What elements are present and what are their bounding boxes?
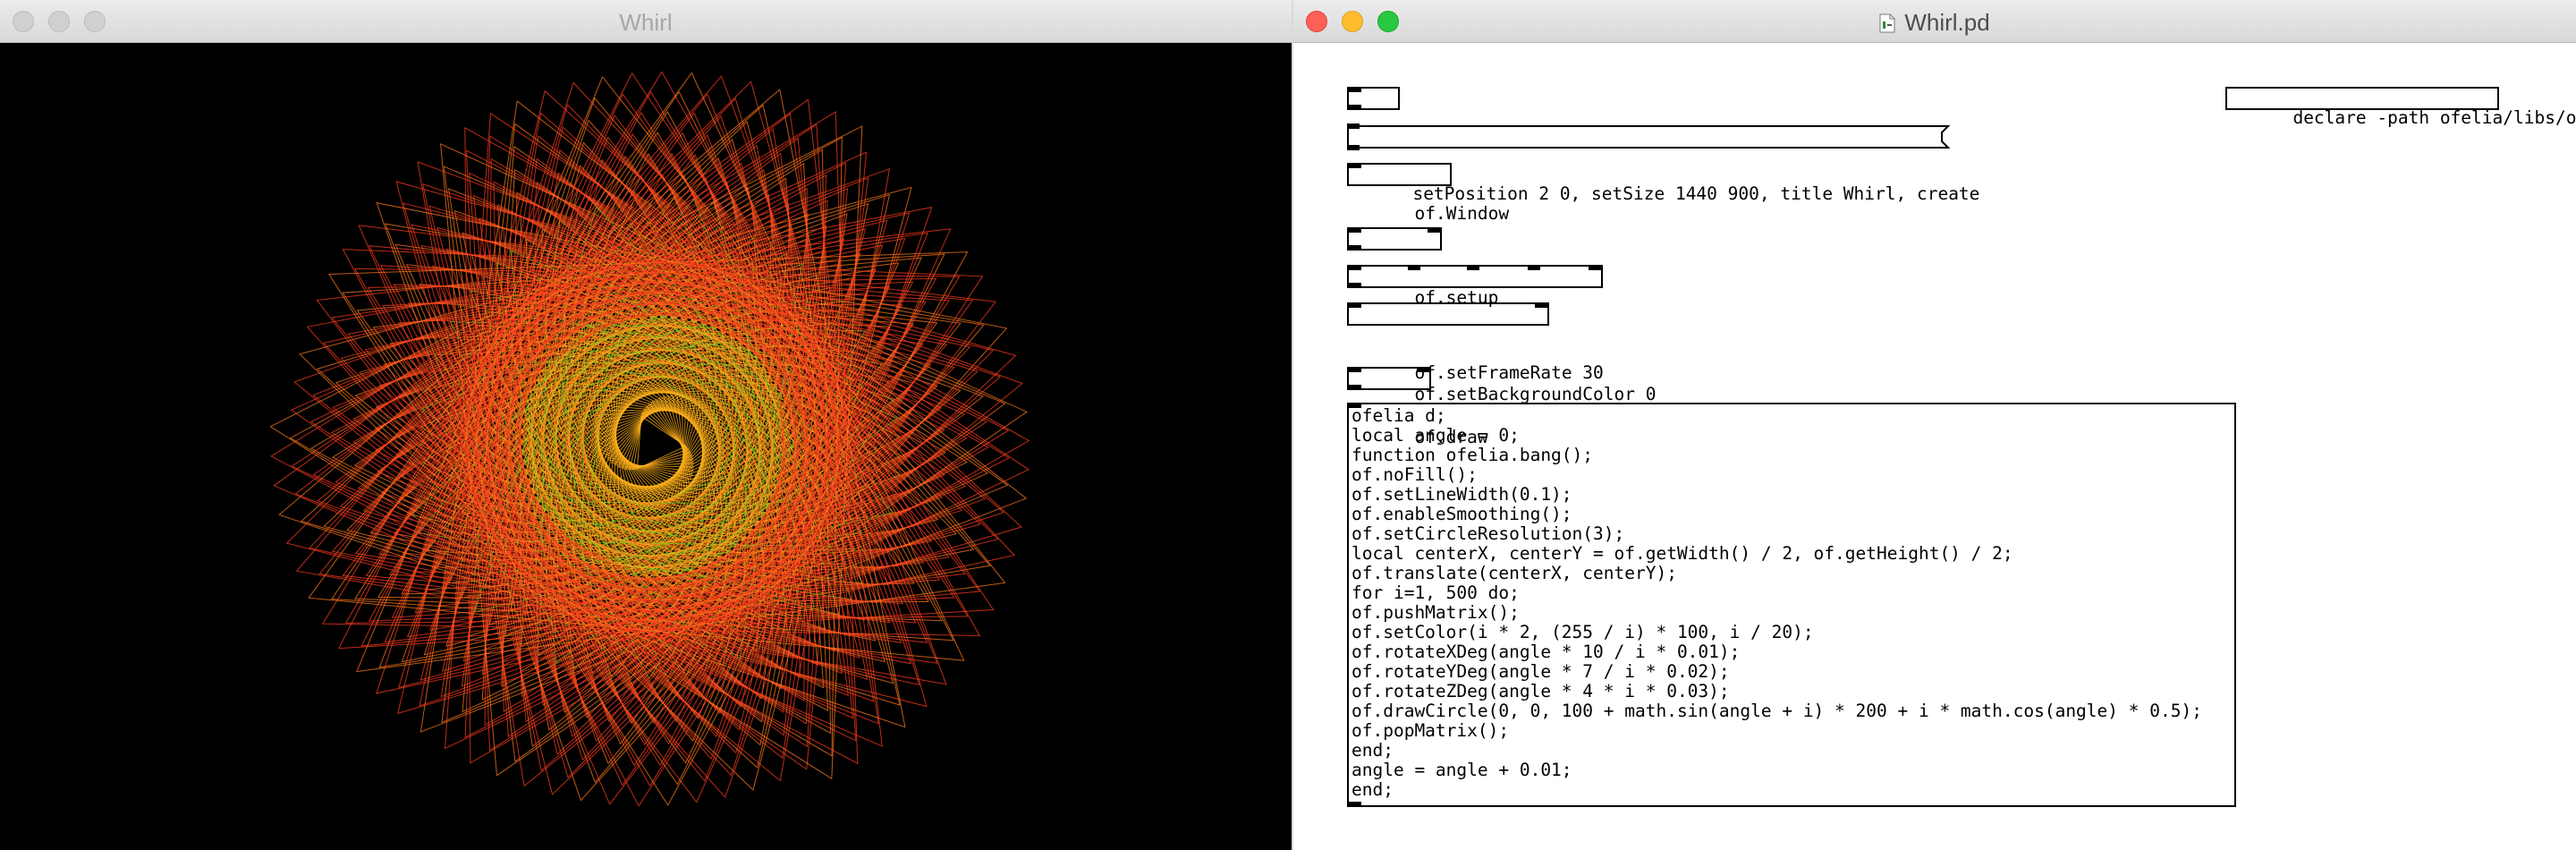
inlet[interactable] [1428,227,1440,233]
ofelia-code-object[interactable]: ofelia d; local angle = 0; function ofel… [1347,403,2236,807]
inlet[interactable] [1349,227,1361,233]
code-line: of.setCircleResolution(3); [1352,523,1625,544]
outlet[interactable] [1349,802,1361,807]
code-line: end; [1352,740,1394,761]
outlet[interactable] [1349,245,1361,251]
whirl-canvas[interactable] [4,43,1292,850]
patch-window-title: Whirl.pd [1293,0,2576,43]
inlet[interactable] [1349,87,1361,92]
code-line: of.enableSmoothing(); [1352,504,1572,524]
code-line: of.translate(centerX, centerY); [1352,563,1677,583]
patch-window-titlebar[interactable]: Whirl.pd [1293,0,2576,43]
code-line: function ofelia.bang(); [1352,445,1594,465]
code-line: of.rotateYDeg(angle * 7 / i * 0.02); [1352,661,1730,682]
inlet[interactable] [1349,265,1361,270]
of-setup-object[interactable]: of.setup [1347,227,1498,308]
patch-canvas[interactable]: loadbang declare -path ofelia/libs/of se… [1293,43,2576,850]
background-color-label: of.setBackgroundColor 0 [1414,384,1657,404]
code-line: local angle = 0; [1352,425,1520,446]
inlet[interactable] [1535,302,1547,308]
patch-window: Whirl.pd loadbang declare -path ofelia/l… [1293,0,2576,850]
outlet[interactable] [1349,105,1361,110]
of-window-label: of.Window [1414,203,1510,224]
window-message-text: setPosition 2 0, setSize 1440 900, title… [1412,183,1980,204]
background-color-object[interactable]: of.setBackgroundColor 0 [1347,265,1656,404]
code-line: of.setLineWidth(0.1); [1352,484,1572,505]
code-line: of.pushMatrix(); [1352,602,1520,623]
code-line: for i=1, 500 do; [1352,582,1520,603]
inlet[interactable] [1528,265,1540,270]
pd-document-icon [1879,13,1895,33]
code-line: of.rotateZDeg(angle * 4 * i * 0.03); [1352,681,1730,701]
code-line: of.rotateXDeg(angle * 10 / i * 0.01); [1352,642,1741,662]
of-draw-object[interactable]: of.draw [1347,367,1488,447]
declare-object[interactable]: declare -path ofelia/libs/of [2225,87,2576,128]
code-line: local centerX, centerY = of.getWidth() /… [1352,543,2013,564]
inlet[interactable] [1349,302,1361,308]
window-message-box[interactable]: setPosition 2 0, setSize 1440 900, title… [1347,123,1979,204]
code-line: of.setColor(i * 2, (255 / i) * 100, i / … [1352,622,1814,642]
code-line: of.noFill(); [1352,464,1478,485]
inlet[interactable] [1589,265,1601,270]
outlet[interactable] [1349,283,1361,288]
code-line: of.popMatrix(); [1352,720,1510,741]
frame-rate-object[interactable]: of.setFrameRate 30 [1347,302,1604,383]
render-window-title: Whirl [619,9,673,36]
loadbang-object[interactable]: loadbang [1347,87,1498,148]
inlet[interactable] [1417,367,1429,372]
inlet[interactable] [1349,367,1361,372]
of-window-object[interactable]: of.Window [1347,163,1509,224]
outlet[interactable] [1349,385,1361,390]
declare-label: declare -path ofelia/libs/of [2292,107,2576,128]
inlet[interactable] [1467,265,1479,270]
inlet[interactable] [1347,123,1360,129]
inlet[interactable] [1408,265,1420,270]
whirl-graphic [269,71,1030,807]
inlet[interactable] [1349,163,1361,168]
render-window: Whirl [0,0,1292,850]
patch-filename: Whirl.pd [1904,9,1990,36]
inlet[interactable] [1349,403,1361,408]
code-line: angle = angle + 0.01; [1352,760,1572,780]
message-box-outline [1347,125,1951,149]
code-line: end; [1352,779,1394,800]
frame-rate-label: of.setFrameRate 30 [1414,362,1604,383]
outlet[interactable] [1347,145,1360,150]
render-window-titlebar[interactable]: Whirl [0,0,1292,43]
code-line: ofelia d; [1352,405,1446,426]
code-line: of.drawCircle(0, 0, 100 + math.sin(angle… [1352,701,2202,721]
